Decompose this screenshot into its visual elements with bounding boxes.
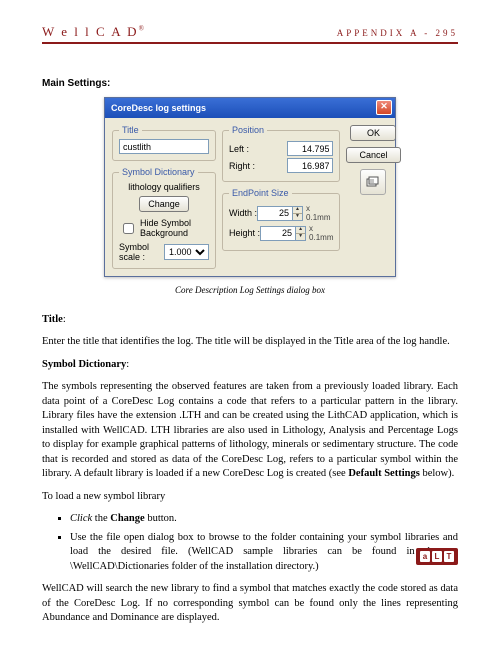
hide-bg-row[interactable]: Hide Symbol Background [119, 218, 209, 238]
position-legend: Position [229, 125, 267, 135]
scale-select[interactable]: 1.000 [164, 244, 209, 260]
left-input[interactable] [287, 141, 333, 156]
right-input[interactable] [287, 158, 333, 173]
symdict-subheading: Symbol Dictionary: [42, 358, 458, 372]
load-intro: To load a new symbol library [42, 490, 458, 504]
title-legend: Title [119, 125, 142, 135]
height-unit: x 0.1mm [309, 224, 333, 242]
bullet-list: Click the Change button. Use the file op… [56, 512, 458, 574]
page-header: W e l l C A D® APPENDIX A - 295 [42, 24, 458, 44]
hide-background-checkbox[interactable] [123, 223, 134, 234]
position-fieldset: Position Left : Right : [222, 125, 340, 182]
footer-logo: aLT [416, 548, 458, 565]
header-page-ref: APPENDIX A - 295 [337, 28, 458, 38]
logo: W e l l C A D® [42, 24, 146, 40]
close-icon[interactable]: ✕ [376, 100, 392, 115]
ok-button[interactable]: OK [350, 125, 396, 141]
symdict-paragraph: The symbols representing the observed fe… [42, 380, 458, 481]
coredesc-dialog: CoreDesc log settings ✕ Title Symbol Dic… [104, 97, 396, 277]
width-label: Width : [229, 208, 257, 218]
height-spinner[interactable]: ▲▼ [296, 226, 306, 241]
title-paragraph: Enter the title that identifies the log.… [42, 335, 458, 349]
endpoint-legend: EndPoint Size [229, 188, 292, 198]
title-input[interactable] [119, 139, 209, 154]
change-button[interactable]: Change [139, 196, 189, 212]
right-label: Right : [229, 161, 255, 171]
final-paragraph: WellCAD will search the new library to f… [42, 582, 458, 625]
width-spinner[interactable]: ▲▼ [293, 206, 303, 221]
title-fieldset: Title [112, 125, 216, 161]
lith-qualifiers-text: lithology qualifiers [119, 181, 209, 196]
dialog-titlebar: CoreDesc log settings ✕ [105, 98, 395, 118]
left-label: Left : [229, 144, 249, 154]
hide-background-label: Hide Symbol Background [140, 218, 209, 238]
figure-caption: Core Description Log Settings dialog box [42, 285, 458, 295]
dialog-figure: CoreDesc log settings ✕ Title Symbol Dic… [42, 97, 458, 277]
cancel-button[interactable]: Cancel [346, 147, 400, 163]
width-unit: x 0.1mm [306, 204, 333, 222]
list-item: Use the file open dialog box to browse t… [70, 531, 458, 574]
width-input[interactable] [257, 206, 293, 221]
scale-label: Symbol scale : [119, 242, 160, 262]
list-item: Click the Change button. [70, 512, 458, 526]
gear-icon [365, 174, 381, 190]
title-subheading: Title: [42, 313, 458, 327]
endpoint-fieldset: EndPoint Size Width : ▲▼ x 0.1mm Height … [222, 188, 340, 251]
dialog-title: CoreDesc log settings [111, 103, 206, 113]
symdict-legend: Symbol Dictionary [119, 167, 198, 177]
height-label: Height : [229, 228, 260, 238]
settings-icon[interactable] [360, 169, 386, 195]
symbol-dictionary-fieldset: Symbol Dictionary lithology qualifiers C… [112, 167, 216, 269]
main-settings-heading: Main Settings: [42, 78, 458, 89]
height-input[interactable] [260, 226, 296, 241]
